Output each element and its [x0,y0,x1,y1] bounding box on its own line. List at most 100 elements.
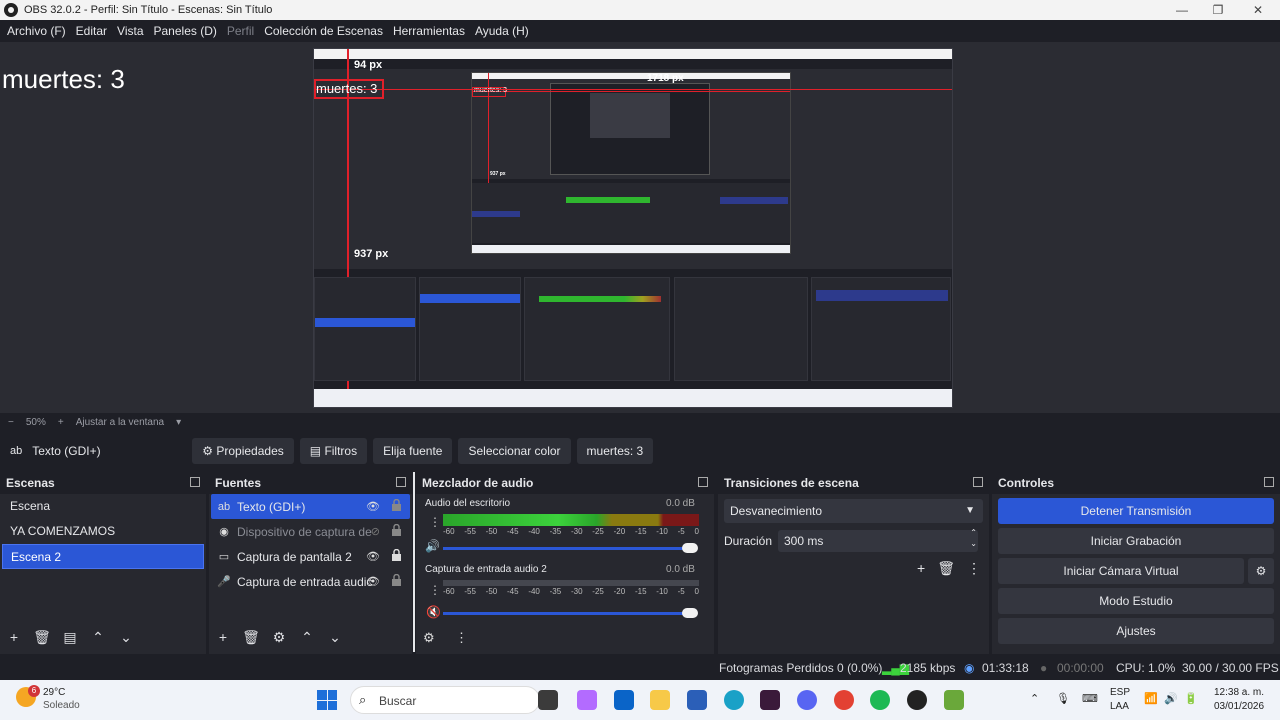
mic-icon[interactable]: 🎙 [1056,692,1070,705]
source-item[interactable]: 🎤 Captura de entrada audic 👁 [211,569,410,594]
close-button[interactable]: ✕ [1238,0,1278,20]
more-icon[interactable]: ⋮ [455,630,468,646]
down-arrow-icon[interactable]: ⌄ [321,629,349,646]
trash-icon[interactable]: 🗑 [237,629,265,646]
up-arrow-icon[interactable]: ⌃ [293,629,321,646]
up-arrow-icon[interactable]: ⌃ [84,629,112,646]
more-icon[interactable]: ⋮ [429,583,441,597]
fit-window-select[interactable]: Ajustar a la ventana [76,417,164,428]
zoom-in-button[interactable]: + [58,417,64,428]
lock-icon[interactable] [392,499,401,511]
undock-icon[interactable] [973,477,983,487]
studio-mode-button[interactable]: Modo Estudio [998,588,1274,614]
scene-item-selected[interactable]: Escena 2 [2,544,204,569]
filter-icon[interactable]: ▤ [56,629,84,646]
keyboard-icon[interactable]: ⌨ [1082,692,1098,705]
volume-slider-handle[interactable] [682,608,698,618]
eye-hidden-icon[interactable]: ⊘ [371,525,380,538]
folder-app-icon[interactable] [650,690,670,710]
volume-icon[interactable]: 🔊 [1164,692,1178,705]
menu-archivo[interactable]: Archivo (F) [2,24,71,38]
speaker-muted-icon[interactable]: 🔇 [426,605,441,619]
menu-perfil[interactable]: Perfil [222,24,259,38]
source-item[interactable]: ◉ Dispositivo de captura de ⊘ [211,519,410,544]
splitter-handle[interactable] [413,472,415,652]
minimize-button[interactable]: — [1162,0,1202,20]
trash-icon[interactable]: 🗑 [937,560,955,577]
clock-date[interactable]: 03/01/2026 [1214,701,1264,712]
media-app-icon[interactable] [760,690,780,710]
wifi-icon[interactable]: 📶 [1144,692,1158,705]
taskbar-search[interactable]: ⌕ Buscar [350,686,540,714]
trash-icon[interactable]: 🗑 [28,629,56,646]
mixer-header: Mezclador de audio [416,472,714,494]
add-icon[interactable]: + [209,629,237,645]
text-overlay[interactable]: muertes: 3 [2,64,125,95]
menu-ayuda[interactable]: Ayuda (H) [470,24,534,38]
volume-slider[interactable] [443,612,693,615]
scene-item[interactable]: Escena [2,494,204,519]
lang-layout[interactable]: LAA [1110,701,1129,712]
lock-icon[interactable] [392,524,401,536]
spotify-app-icon[interactable] [870,690,890,710]
zoom-out-button[interactable]: − [8,417,14,428]
volume-slider[interactable] [443,547,693,550]
explorer-app-icon[interactable] [538,690,558,710]
lock-icon[interactable] [392,549,401,561]
menu-editar[interactable]: Editar [71,24,112,38]
properties-button[interactable]: ⚙ Propiedades [192,438,294,464]
minecraft-app-icon[interactable] [944,690,964,710]
outlook-app-icon[interactable] [614,690,634,710]
add-icon[interactable]: + [917,560,925,577]
gear-icon[interactable]: ⚙ [265,629,293,646]
duration-input[interactable]: 300 ms [778,530,978,552]
lock-icon[interactable] [392,574,401,586]
source-item-selected[interactable]: ab Texto (GDI+) 👁 [211,494,410,519]
gear-icon[interactable]: ⚙ [1248,558,1274,584]
filters-button[interactable]: ▤ Filtros [299,438,368,464]
undock-icon[interactable] [698,477,708,487]
discord-app-icon[interactable] [797,690,817,710]
nested-capture[interactable]: 1718 px 937 px muertes: 3 muertes: 3 94 … [313,48,953,408]
down-arrow-icon[interactable]: ⌄ [112,629,140,646]
clock-time[interactable]: 12:38 a. m. [1214,687,1264,698]
text-value[interactable]: muertes: 3 [576,438,654,464]
volume-slider-handle[interactable] [682,543,698,553]
word-app-icon[interactable] [687,690,707,710]
add-icon[interactable]: + [0,629,28,645]
settings-button[interactable]: Ajustes [998,618,1274,644]
undock-icon[interactable] [190,477,200,487]
more-icon[interactable]: ⋮ [967,560,981,577]
eye-icon[interactable]: 👁 [366,550,380,563]
speaker-icon[interactable]: 🔊 [425,539,440,553]
copilot-app-icon[interactable] [577,690,597,710]
edge-app-icon[interactable] [724,690,744,710]
maximize-button[interactable]: ❐ [1198,0,1238,20]
source-item[interactable]: ▭ Captura de pantalla 2 👁 [211,544,410,569]
menu-coleccion[interactable]: Colección de Escenas [259,24,388,38]
obs-app-icon[interactable] [907,690,927,710]
more-icon[interactable]: ⋮ [429,515,441,529]
lang-code[interactable]: ESP [1110,687,1130,698]
menu-herramientas[interactable]: Herramientas [388,24,470,38]
scene-item[interactable]: YA COMENZAMOS [2,519,204,544]
chrome-app-icon[interactable] [834,690,854,710]
eye-icon[interactable]: 👁 [366,500,380,513]
stop-stream-button[interactable]: Detener Transmisión [998,498,1274,524]
menu-vista[interactable]: Vista [112,24,148,38]
choose-font-button[interactable]: Elija fuente [373,438,453,464]
stepper-icon[interactable]: ⌃ ⌄ [970,527,977,549]
virtual-camera-button[interactable]: Iniciar Cámara Virtual [998,558,1244,584]
start-recording-button[interactable]: Iniciar Grabación [998,528,1274,554]
chevron-down-icon[interactable]: ▾ [176,417,181,428]
undock-icon[interactable] [396,477,406,487]
eye-icon[interactable]: 👁 [366,575,380,588]
chevron-up-icon[interactable]: ⌃ [1030,692,1039,705]
windows-start-icon[interactable] [317,690,337,710]
gears-icon[interactable]: ⚙ [423,630,435,646]
undock-icon[interactable] [1264,477,1274,487]
menu-paneles[interactable]: Paneles (D) [149,24,222,38]
transition-select[interactable]: Desvanecimiento ▼ [724,499,983,523]
battery-icon[interactable]: 🔋 [1184,692,1198,705]
select-color-button[interactable]: Seleccionar color [458,438,571,464]
